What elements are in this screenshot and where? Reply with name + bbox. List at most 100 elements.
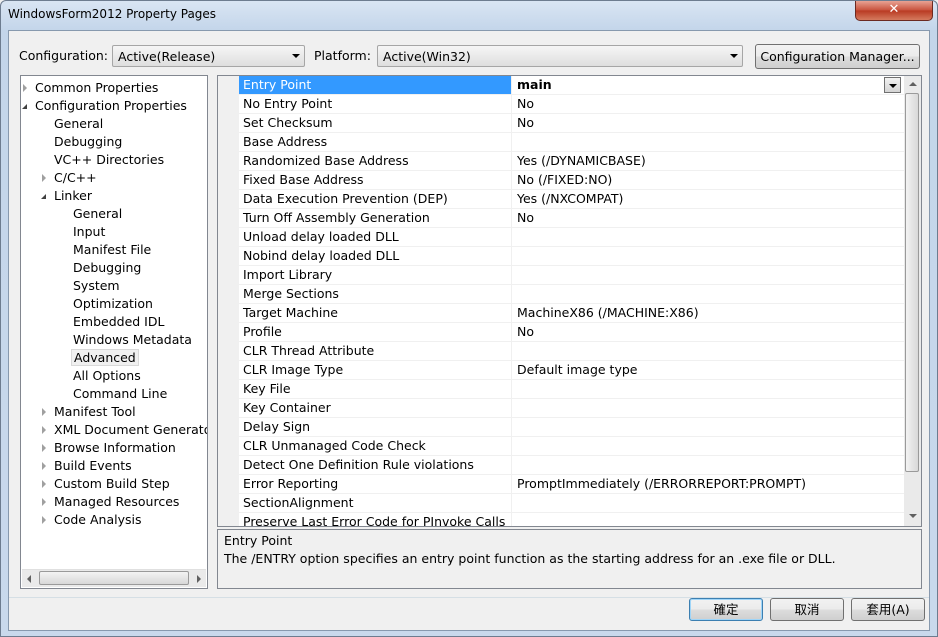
property-row[interactable]: Data Execution Prevention (DEP) Yes (/NXC… [239,190,904,209]
scroll-left-icon[interactable] [27,575,31,583]
tree-item[interactable]: System [71,277,122,295]
property-value[interactable]: No [513,114,904,132]
property-row[interactable]: Merge Sections [239,285,904,304]
tree-item[interactable]: VC++ Directories [52,151,166,169]
expand-icon[interactable] [23,84,27,92]
expand-icon[interactable] [42,426,46,434]
close-button[interactable]: ✕ [855,1,933,21]
tree-item[interactable]: Input [71,223,107,241]
property-row[interactable]: Detect One Definition Rule violations [239,456,904,475]
tree-horizontal-scrollbar[interactable] [22,569,206,587]
property-row[interactable]: Key File [239,380,904,399]
expand-icon[interactable] [42,408,46,416]
property-row[interactable]: SectionAlignment [239,494,904,513]
property-grid[interactable]: Entry Point main No Entry Point No Set Check… [217,75,922,527]
expand-icon[interactable] [42,462,46,470]
property-value[interactable] [513,437,904,455]
tree-item[interactable]: Advanced [71,349,139,367]
scroll-up-icon[interactable] [909,82,917,86]
category-tree[interactable]: Common Properties Configuration Propertie… [20,75,208,589]
property-value[interactable]: MachineX86 (/MACHINE:X86) [513,304,904,322]
property-row[interactable]: Target Machine MachineX86 (/MACHINE:X86) [239,304,904,323]
property-row[interactable]: Preserve Last Error Code for PInvoke Cal… [239,513,904,526]
ok-button[interactable]: 確定 [689,598,763,621]
tree-item[interactable]: Manifest File [71,241,153,259]
tree-item[interactable]: C/C++ [42,169,99,187]
collapse-icon[interactable] [22,104,27,109]
expand-icon[interactable] [42,174,46,182]
expand-icon[interactable] [42,480,46,488]
property-value[interactable] [513,494,904,512]
property-value[interactable] [513,247,904,265]
property-value[interactable] [513,456,904,474]
property-value[interactable] [513,285,904,303]
title-bar[interactable]: WindowsForm2012 Property Pages ✕ [1,1,937,29]
property-row[interactable]: Import Library [239,266,904,285]
tree-item[interactable]: Browse Information [42,439,178,457]
tree-item[interactable]: All Options [71,367,143,385]
property-row[interactable]: Randomized Base Address Yes (/DYNAMICBASE… [239,152,904,171]
value-dropdown-button[interactable] [884,77,901,93]
property-value[interactable] [513,342,904,360]
tree-item[interactable]: General [52,115,105,133]
property-row[interactable]: Profile No [239,323,904,342]
property-row[interactable]: Unload delay loaded DLL [239,228,904,247]
tree-item[interactable]: Managed Resources [42,493,181,511]
property-value[interactable]: PromptImmediately (/ERRORREPORT:PROMPT) [513,475,904,493]
property-row[interactable]: CLR Image Type Default image type [239,361,904,380]
property-value[interactable]: Yes (/NXCOMPAT) [513,190,904,208]
configuration-manager-button[interactable]: Configuration Manager... [755,44,920,69]
configuration-dropdown[interactable]: Active(Release) [112,45,305,67]
property-value[interactable]: Yes (/DYNAMICBASE) [513,152,904,170]
tree-item[interactable]: Common Properties [23,79,160,97]
expand-icon[interactable] [42,516,46,524]
property-value[interactable] [513,133,904,151]
property-value[interactable]: No [513,95,904,113]
scroll-thumb[interactable] [905,93,919,472]
scroll-right-icon[interactable] [197,575,201,583]
tree-item[interactable]: Build Events [42,457,134,475]
property-row[interactable]: CLR Unmanaged Code Check [239,437,904,456]
property-value[interactable] [513,418,904,436]
tree-item[interactable]: Debugging [52,133,124,151]
tree-item[interactable]: Debugging [71,259,143,277]
property-row[interactable]: Base Address [239,133,904,152]
property-row[interactable]: Error Reporting PromptImmediately (/ERROR… [239,475,904,494]
apply-button[interactable]: 套用(A) [851,598,925,621]
tree-item[interactable]: Configuration Properties [22,97,189,115]
tree-item[interactable]: Windows Metadata [71,331,194,349]
expand-icon[interactable] [42,498,46,506]
property-value[interactable] [513,399,904,417]
property-row[interactable]: Fixed Base Address No (/FIXED:NO) [239,171,904,190]
scroll-down-icon[interactable] [909,514,917,518]
tree-item[interactable]: Linker [41,187,94,205]
scroll-thumb[interactable] [39,571,189,585]
tree-item[interactable]: Command Line [71,385,169,403]
property-row[interactable]: Nobind delay loaded DLL [239,247,904,266]
property-value[interactable] [513,266,904,284]
property-value[interactable]: No [513,209,904,227]
property-row[interactable]: Turn Off Assembly Generation No [239,209,904,228]
property-row[interactable]: Key Container [239,399,904,418]
grid-vertical-scrollbar[interactable] [904,76,921,526]
tree-item[interactable]: Code Analysis [42,511,143,529]
property-value[interactable]: No (/FIXED:NO) [513,171,904,189]
tree-item[interactable]: Embedded IDL [71,313,166,331]
property-value[interactable] [513,380,904,398]
cancel-button[interactable]: 取消 [770,598,844,621]
tree-item[interactable]: XML Document Generator [42,421,207,439]
tree-item[interactable]: Custom Build Step [42,475,172,493]
platform-dropdown[interactable]: Active(Win32) [377,45,743,67]
property-row[interactable]: Delay Sign [239,418,904,437]
property-row[interactable]: Entry Point main [239,76,904,95]
tree-item[interactable]: General [71,205,124,223]
property-value[interactable] [513,513,904,526]
property-value[interactable]: No [513,323,904,341]
property-row[interactable]: CLR Thread Attribute [239,342,904,361]
property-row[interactable]: No Entry Point No [239,95,904,114]
property-row[interactable]: Set Checksum No [239,114,904,133]
tree-item[interactable]: Manifest Tool [42,403,138,421]
tree-item[interactable]: Optimization [71,295,155,313]
property-value[interactable]: Default image type [513,361,904,379]
property-value[interactable]: main [513,76,904,94]
